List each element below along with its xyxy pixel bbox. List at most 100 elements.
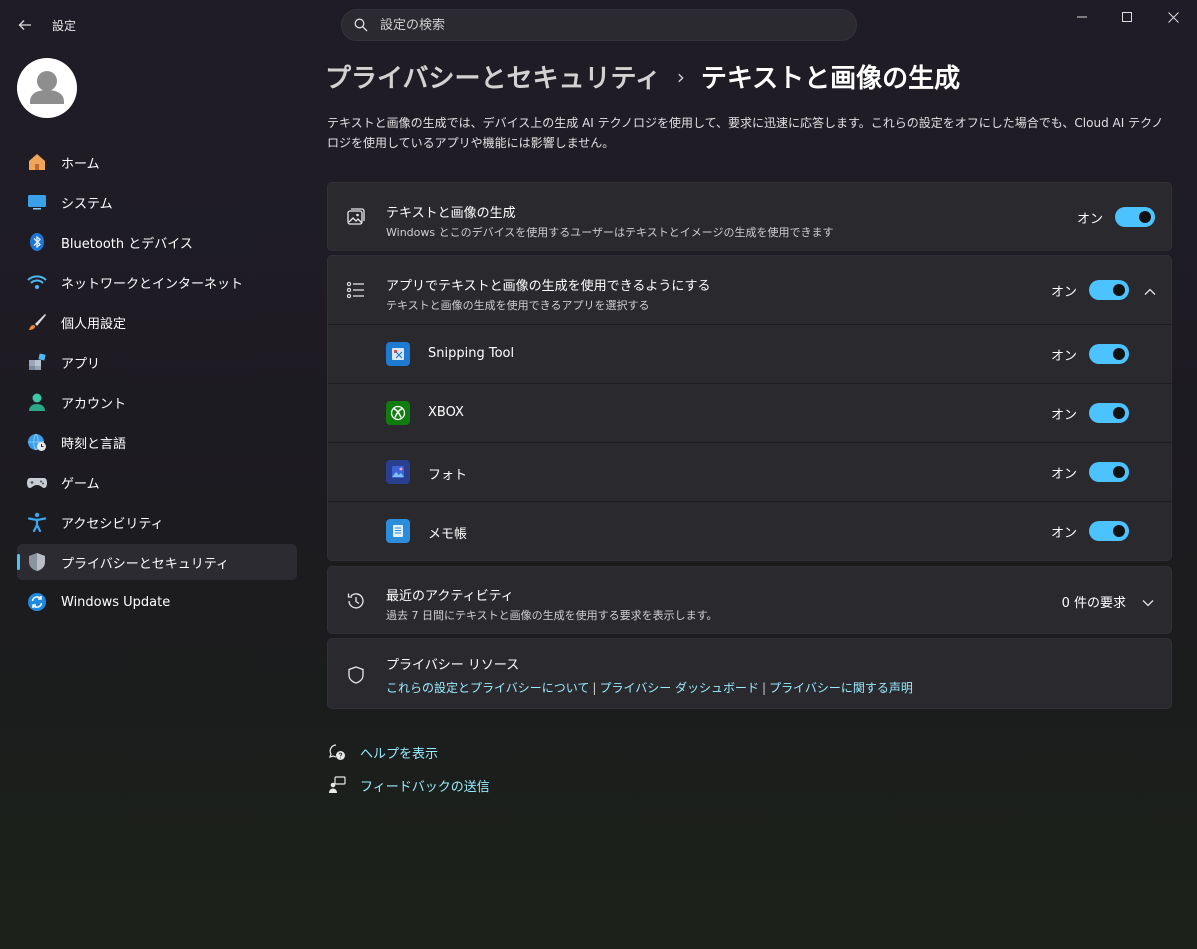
sidebar-item-label: 時刻と言語	[61, 436, 127, 452]
main-setting-subtitle: Windows とこのデバイスを使用するユーザーはテキストとイメージの生成を使用…	[386, 226, 834, 239]
app-row-notepad: メモ帳 オン	[328, 502, 1173, 560]
privacy-resources-card: プライバシー リソース これらの設定とプライバシーについて | プライバシー ダッシ…	[327, 638, 1172, 709]
sidebar-item-label: ネットワークとインターネット	[61, 276, 244, 292]
main-setting-title: テキストと画像の生成	[386, 206, 516, 221]
activity-subtitle: 過去 7 日間にテキストと画像の生成を使用する要求を表示します。	[386, 609, 718, 622]
help-label: ヘルプを表示	[360, 746, 439, 762]
app-name: Snipping Tool	[428, 346, 515, 361]
back-button[interactable]	[10, 10, 40, 40]
sidebar-item-bluetooth[interactable]: Bluetooth とデバイス	[17, 224, 297, 260]
sidebar-item-label: ゲーム	[61, 476, 100, 492]
sidebar-item-label: Bluetooth とデバイス	[61, 236, 193, 252]
toggle-state-label: オン	[1050, 407, 1077, 423]
notepad-toggle[interactable]	[1089, 521, 1129, 541]
brush-icon	[27, 312, 47, 332]
xbox-icon	[386, 401, 410, 425]
chevron-right-icon: ›	[676, 64, 685, 89]
apps-setting-toggle[interactable]	[1089, 280, 1129, 300]
sidebar-item-label: ホーム	[61, 156, 100, 172]
shield-icon	[27, 552, 47, 572]
app-name: XBOX	[428, 405, 464, 420]
help-link[interactable]: ヘルプを表示	[327, 742, 438, 762]
sidebar-item-privacy-security[interactable]: プライバシーとセキュリティ	[17, 544, 297, 580]
toggle-state-label: オン	[1076, 211, 1103, 227]
sidebar-nav: ホーム システム Bluetooth とデバイス ネットワークとインターネット …	[17, 144, 297, 624]
main-setting-toggle-group: オン	[1077, 207, 1155, 227]
accessibility-icon	[27, 512, 47, 532]
sidebar-item-system[interactable]: システム	[17, 184, 297, 220]
sidebar-item-time-language[interactable]: 時刻と言語	[17, 424, 297, 460]
close-button[interactable]	[1150, 0, 1196, 34]
minimize-button[interactable]	[1059, 0, 1105, 34]
image-generation-icon	[345, 206, 367, 228]
breadcrumb-parent[interactable]: プライバシーとセキュリティ	[325, 58, 661, 95]
minimize-icon	[1077, 16, 1087, 18]
toggle-state-label: オン	[1050, 348, 1077, 364]
sidebar-item-windows-update[interactable]: Windows Update	[17, 584, 297, 620]
privacy-title: プライバシー リソース	[386, 658, 520, 673]
activity-text: 最近のアクティビティ 過去 7 日間にテキストと画像の生成を使用する要求を表示し…	[386, 585, 718, 623]
update-icon	[27, 592, 47, 612]
snipping-tool-icon	[386, 342, 410, 366]
system-icon	[27, 192, 47, 212]
notepad-icon	[386, 519, 410, 543]
activity-card[interactable]: 最近のアクティビティ 過去 7 日間にテキストと画像の生成を使用する要求を表示し…	[327, 566, 1172, 634]
privacy-settings-link[interactable]: これらの設定とプライバシーについて	[386, 681, 589, 695]
maximize-button[interactable]	[1104, 0, 1150, 34]
photos-toggle[interactable]	[1089, 462, 1129, 482]
privacy-statement-link[interactable]: プライバシーに関する声明	[769, 681, 913, 695]
activity-title: 最近のアクティビティ	[386, 589, 514, 604]
sidebar-item-label: アカウント	[61, 396, 127, 412]
sidebar-item-label: 個人用設定	[61, 316, 127, 332]
apps-setting-text: アプリでテキストと画像の生成を使用できるようにする テキストと画像の生成を使用で…	[386, 275, 710, 313]
maximize-icon	[1122, 12, 1132, 22]
app-toggle-group: オン	[1051, 344, 1129, 364]
sidebar-item-account[interactable]: アカウント	[17, 384, 297, 420]
apps-setting-header[interactable]: アプリでテキストと画像の生成を使用できるようにする テキストと画像の生成を使用で…	[328, 256, 1173, 324]
main-setting-card: テキストと画像の生成 Windows とこのデバイスを使用するユーザーはテキスト…	[327, 182, 1172, 251]
gamepad-icon	[27, 472, 47, 492]
app-toggle-group: オン	[1051, 462, 1129, 482]
breadcrumb: プライバシーとセキュリティ › テキストと画像の生成	[325, 58, 960, 95]
privacy-links: これらの設定とプライバシーについて | プライバシー ダッシュボード | プライバシーに…	[386, 679, 913, 696]
sidebar-item-label: システム	[61, 196, 113, 212]
sidebar-item-label: アクセシビリティ	[61, 516, 164, 532]
list-icon	[345, 279, 367, 301]
wifi-icon	[27, 272, 47, 292]
feedback-label: フィードバックの送信	[360, 779, 490, 795]
toggle-state-label: オン	[1050, 525, 1077, 541]
sidebar-item-network[interactable]: ネットワークとインターネット	[17, 264, 297, 300]
apps-setting-toggle-group: オン	[1051, 280, 1129, 300]
feedback-link[interactable]: フィードバックの送信	[327, 775, 490, 795]
search-input[interactable]	[380, 17, 820, 33]
sidebar-item-label: プライバシーとセキュリティ	[61, 556, 229, 572]
link-separator: |	[592, 681, 597, 695]
sidebar-item-home[interactable]: ホーム	[17, 144, 297, 180]
apps-icon	[27, 352, 47, 372]
sidebar-item-accessibility[interactable]: アクセシビリティ	[17, 504, 297, 540]
sidebar-item-apps[interactable]: アプリ	[17, 344, 297, 380]
home-icon	[27, 152, 47, 172]
chevron-up-icon[interactable]	[1144, 283, 1156, 302]
back-arrow-icon	[18, 20, 31, 30]
main-setting-toggle[interactable]	[1115, 207, 1155, 227]
activity-count: 0 件の要求	[1061, 596, 1126, 611]
toggle-state-label: オン	[1050, 466, 1077, 482]
close-icon	[1167, 11, 1179, 23]
app-title: 設定	[52, 19, 77, 33]
history-icon	[345, 590, 367, 612]
sidebar-item-gaming[interactable]: ゲーム	[17, 464, 297, 500]
search-box[interactable]	[341, 9, 857, 41]
link-separator: |	[762, 681, 767, 695]
sidebar-item-personalization[interactable]: 個人用設定	[17, 304, 297, 340]
help-icon	[327, 742, 347, 762]
chevron-down-icon[interactable]	[1142, 594, 1154, 613]
snipping-tool-toggle[interactable]	[1089, 344, 1129, 364]
app-row-photos: フォト オン	[328, 443, 1173, 501]
apps-setting-subtitle: テキストと画像の生成を使用できるアプリを選択する	[386, 299, 650, 312]
avatar[interactable]	[17, 58, 77, 118]
app-row-xbox: XBOX オン	[328, 384, 1173, 442]
user-icon	[30, 71, 64, 104]
xbox-toggle[interactable]	[1089, 403, 1129, 423]
privacy-dashboard-link[interactable]: プライバシー ダッシュボード	[599, 681, 759, 695]
